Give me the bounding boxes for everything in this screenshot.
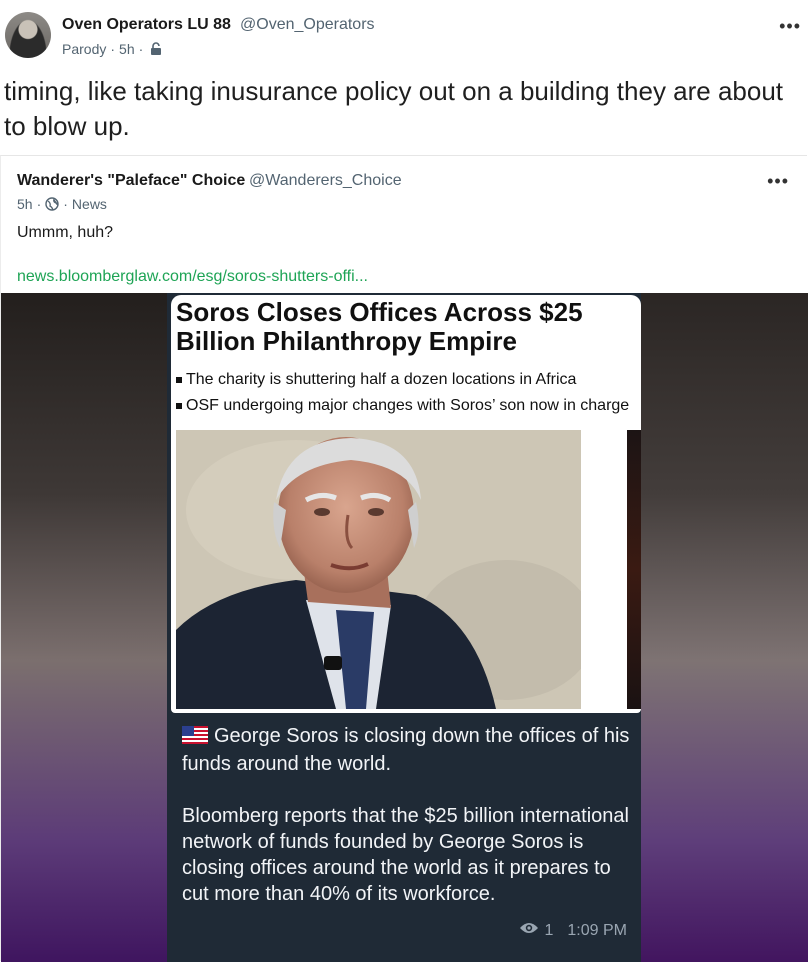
quote-meta: 5h · · News [17,196,107,212]
article-bullet: OSF undergoing major changes with Soros’… [176,393,641,419]
article-title: Soros Closes Offices Across $25 Billion … [176,297,583,356]
lock-icon [149,42,163,56]
meta-separator: · [63,196,68,212]
message-footer: 1 1:09 PM [519,921,627,940]
quote-time[interactable]: 5h [17,196,33,212]
blurred-background-right [640,293,808,962]
blurred-background-left [1,293,167,962]
meta-separator: · [110,41,116,57]
message-text: George Soros is closing down the offices… [182,723,632,907]
more-icon[interactable]: ••• [779,16,801,37]
quote-text: Ummm, huh? [17,224,114,241]
us-flag-icon [182,725,208,751]
quote-author-handle[interactable]: @Wanderers_Choice [249,172,402,190]
article-preview: Soros Closes Offices Across $25 Billion … [171,295,641,713]
author-handle[interactable]: @Oven_Operators [240,16,375,34]
more-icon[interactable]: ••• [767,171,789,192]
post-header: Oven Operators LU 88 @Oven_Operators Par… [0,0,809,70]
photo-strip [627,430,641,709]
message-line-1: George Soros is closing down the offices… [182,725,630,775]
author-name[interactable]: Oven Operators LU 88 [62,16,231,34]
message-line-2: Bloomberg reports that the $25 billion i… [182,805,629,905]
screenshot-message: Soros Closes Offices Across $25 Billion … [167,293,641,962]
article-bullets: The charity is shuttering half a dozen l… [176,367,641,419]
meta-separator: · [138,41,144,57]
post-time[interactable]: 5h [119,41,135,57]
article-bullet: The charity is shuttering half a dozen l… [176,367,641,393]
article-link[interactable]: news.bloomberglaw.com/esg/soros-shutters… [17,268,368,286]
article-photo [176,430,581,709]
parody-label: Parody [62,41,107,57]
meta-separator: · [36,196,42,212]
post-text: timing, like taking inusurance policy ou… [4,76,784,141]
message-time: 1:09 PM [567,921,627,939]
quote-category[interactable]: News [72,196,107,212]
post-meta: Parody · 5h · [62,41,163,57]
avatar[interactable] [5,12,51,58]
quote-author-name[interactable]: Wanderer's "Paleface" Choice [17,172,245,190]
globe-icon [45,197,59,211]
eye-icon [519,921,539,940]
quoted-post[interactable]: Wanderer's "Paleface" Choice @Wanderers_… [0,155,808,962]
attached-image[interactable]: Soros Closes Offices Across $25 Billion … [1,293,808,962]
view-count: 1 [544,921,554,939]
